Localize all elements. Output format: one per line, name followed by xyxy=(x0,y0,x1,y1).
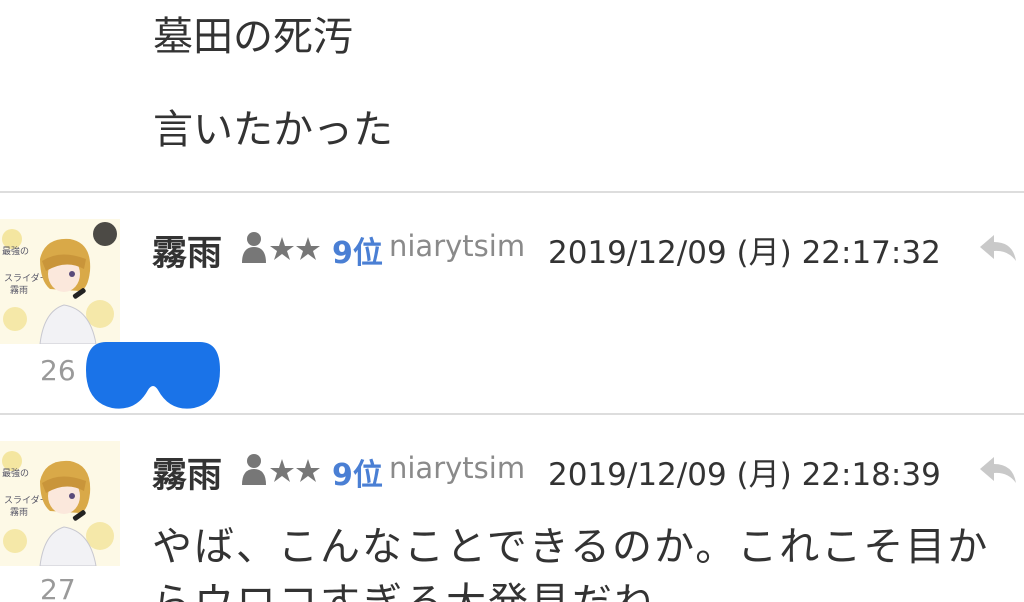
reply-arrow-icon[interactable] xyxy=(976,447,1020,491)
rank-label: 9位 xyxy=(332,236,383,271)
post-number: 27 xyxy=(40,573,76,602)
avatar-image: 最強の スライダー 霧雨 xyxy=(0,441,120,566)
username[interactable]: 霧雨 xyxy=(152,447,222,498)
username[interactable]: 霧雨 xyxy=(152,225,222,276)
svg-text:最強の: 最強の xyxy=(2,245,29,257)
svg-text:最強の: 最強の xyxy=(2,467,29,479)
user-stars-icon xyxy=(242,454,320,485)
post-body: やば、こんなことできるのか。これこそ目か らウロコすぎる大発見だね xyxy=(152,519,989,602)
thread-page: 墓田の死汚 言いたかった 最強の スライダー 霧雨 26 霧雨 9位 niary… xyxy=(0,0,1024,602)
post-timestamp: 2019/12/09 (月) 22:17:32 xyxy=(548,235,941,271)
reaction-badge[interactable] xyxy=(84,340,222,410)
svg-text:霧雨: 霧雨 xyxy=(10,285,28,296)
previous-post-line: 墓田の死汚 xyxy=(153,14,353,60)
avatar-image: 最強の スライダー 霧雨 xyxy=(0,219,120,344)
post-timestamp: 2019/12/09 (月) 22:18:39 xyxy=(548,457,941,493)
avatar[interactable]: 最強の スライダー 霧雨 xyxy=(0,441,120,566)
svg-text:霧雨: 霧雨 xyxy=(10,507,28,518)
post-header: 霧雨 9位 niarytsim 2019/12/09 (月) 22:17:32 xyxy=(152,225,1024,275)
user-id: niarytsim xyxy=(389,451,526,485)
previous-post-line: 言いたかった xyxy=(153,107,393,153)
user-id: niarytsim xyxy=(389,229,526,263)
post-body-line: らウロコすぎる大発見だね xyxy=(152,575,989,602)
avatar[interactable]: 最強の スライダー 霧雨 xyxy=(0,219,120,344)
rank-label: 9位 xyxy=(332,458,383,493)
post-header: 霧雨 9位 niarytsim 2019/12/09 (月) 22:18:39 xyxy=(152,447,1024,497)
post: 最強の スライダー 霧雨 26 霧雨 9位 niarytsim 2019/12/… xyxy=(0,193,1024,413)
post-number: 26 xyxy=(40,354,76,387)
reply-arrow-icon[interactable] xyxy=(976,225,1020,269)
post: 最強の スライダー 霧雨 27 霧雨 9位 niarytsim 2019/12/… xyxy=(0,415,1024,602)
user-stars-icon xyxy=(242,232,320,263)
post-body-line: やば、こんなことできるのか。これこそ目か xyxy=(152,524,990,570)
